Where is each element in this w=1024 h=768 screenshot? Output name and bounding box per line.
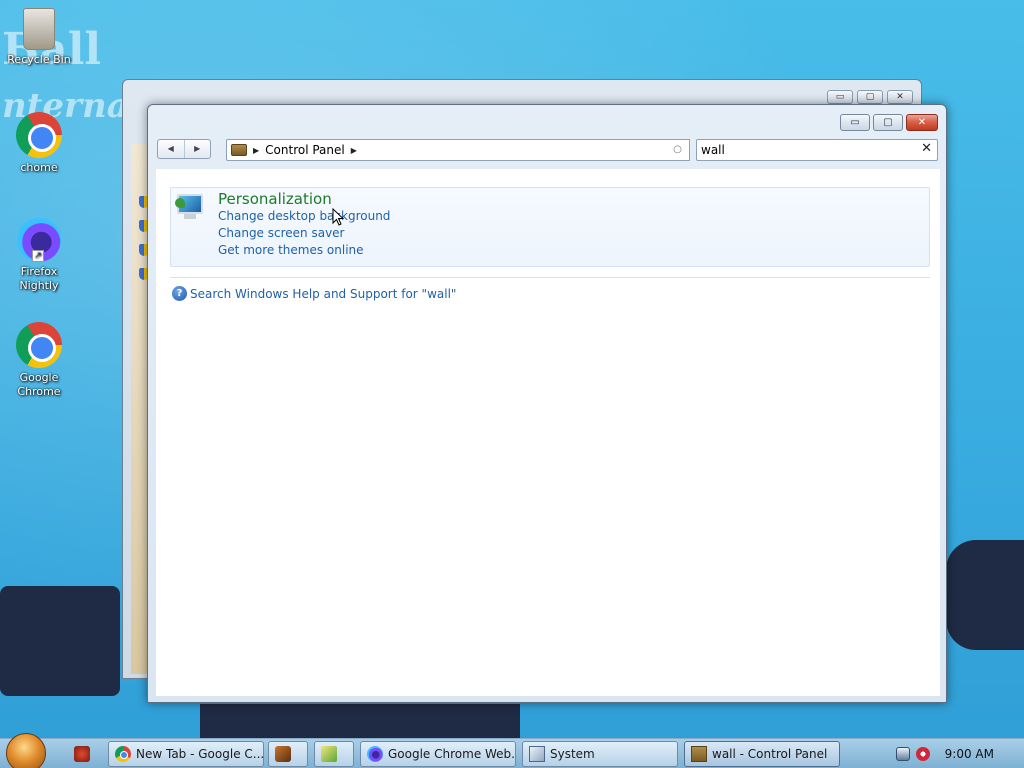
desktop-icon-label: Google Chrome [17, 371, 61, 398]
search-input[interactable] [701, 142, 911, 158]
taskbar-item-new-tab[interactable]: New Tab - Google C... [108, 741, 264, 767]
desktop-icon-label: chome [20, 161, 58, 174]
chrome-icon [16, 322, 62, 368]
taskbar-item-control-panel[interactable]: wall - Control Panel [684, 741, 840, 767]
link-change-screen-saver[interactable]: Change screen saver [218, 226, 345, 240]
minimize-button[interactable]: ▭ [840, 114, 870, 131]
quick-launch-icon[interactable] [74, 746, 90, 762]
system-icon [529, 746, 545, 762]
search-box[interactable]: ✕ [696, 139, 938, 161]
firefox-nightly-icon: ↗ [17, 218, 61, 262]
category-title-personalization[interactable]: Personalization [218, 190, 332, 208]
brush-shape [175, 198, 185, 208]
clock[interactable]: 9:00 AM [945, 747, 994, 761]
taskbar-item-label: Google Chrome Web... [388, 747, 516, 761]
wallpaper-figure [946, 540, 1024, 650]
taskbar-item-system[interactable]: System [522, 741, 678, 767]
start-button[interactable] [6, 733, 46, 768]
help-search-row[interactable]: ? Search Windows Help and Support for "w… [172, 286, 456, 301]
result-category: Personalization Change desktop backgroun… [170, 187, 930, 267]
taskbar-item-label: wall - Control Panel [712, 747, 828, 761]
link-change-desktop-background[interactable]: Change desktop background [218, 209, 390, 223]
chrome-icon [115, 746, 131, 762]
desktop-icon-label: Firefox Nightly [19, 265, 59, 292]
desktop-icon-google-chrome[interactable]: Google Chrome [1, 322, 77, 399]
control-panel-icon [231, 144, 247, 156]
maximize-button[interactable]: ▢ [857, 90, 883, 104]
navigation-buttons: ◀ ▶ [157, 139, 211, 159]
window-controls: ▭ ▢ ✕ [840, 114, 938, 131]
results-pane: Personalization Change desktop backgroun… [156, 169, 940, 696]
maximize-button[interactable]: ▢ [873, 114, 903, 131]
minimize-button[interactable]: ▭ [827, 90, 853, 104]
forward-button[interactable]: ▶ [183, 140, 211, 158]
help-icon: ? [172, 286, 187, 301]
link-get-more-themes-online[interactable]: Get more themes online [218, 243, 364, 257]
taskbar-item-app[interactable] [268, 741, 308, 767]
firefox-nightly-icon [367, 746, 383, 762]
taskbar-item-label: System [550, 747, 595, 761]
personalization-icon[interactable] [175, 192, 205, 220]
breadcrumb-arrow-icon[interactable]: ▶ [351, 146, 357, 155]
taskbar: New Tab - Google C... Google Chrome Web.… [0, 733, 1024, 768]
desktop-icon-chome[interactable]: chome [1, 112, 77, 175]
taskbar-item-chrome-web[interactable]: Google Chrome Web... [360, 741, 516, 767]
taskbar-item-media[interactable] [314, 741, 354, 767]
desktop-icon-label: Recycle Bin [7, 53, 71, 66]
divider [170, 277, 930, 278]
close-button[interactable]: ✕ [887, 90, 913, 104]
app-icon [275, 746, 291, 762]
control-panel-window[interactable]: ▭ ▢ ✕ ◀ ▶ ▶ Control Panel ▶ ▼ ○ ✕ Person… [147, 104, 947, 703]
desktop-icon-recycle-bin[interactable]: Recycle Bin [1, 8, 77, 67]
control-panel-icon [691, 746, 707, 762]
breadcrumb-arrow-icon[interactable]: ▶ [253, 146, 259, 155]
network-icon[interactable] [896, 747, 910, 761]
monitor-stand [184, 214, 196, 219]
back-button[interactable]: ◀ [158, 140, 184, 158]
shortcut-arrow-icon: ↗ [32, 250, 44, 262]
mouse-cursor-icon [332, 208, 344, 226]
media-icon [321, 746, 337, 762]
chrome-icon [16, 112, 62, 158]
wallpaper-figure [0, 586, 120, 696]
wallpaper-figure [200, 704, 520, 738]
clear-search-icon[interactable]: ✕ [921, 141, 932, 156]
desktop-icon-firefox-nightly[interactable]: ↗ Firefox Nightly [1, 218, 77, 293]
refresh-button[interactable]: ○ [666, 139, 690, 161]
address-bar[interactable]: ▶ Control Panel ▶ ▼ [226, 139, 688, 161]
link-search-windows-help[interactable]: Search Windows Help and Support for "wal… [190, 287, 456, 301]
recorder-icon[interactable] [916, 747, 930, 761]
breadcrumb-control-panel[interactable]: Control Panel [265, 143, 345, 157]
taskbar-item-label: New Tab - Google C... [136, 747, 264, 761]
recycle-bin-icon [23, 8, 55, 50]
close-button[interactable]: ✕ [906, 114, 938, 131]
background-window-controls: ▭ ▢ ✕ [827, 90, 913, 104]
